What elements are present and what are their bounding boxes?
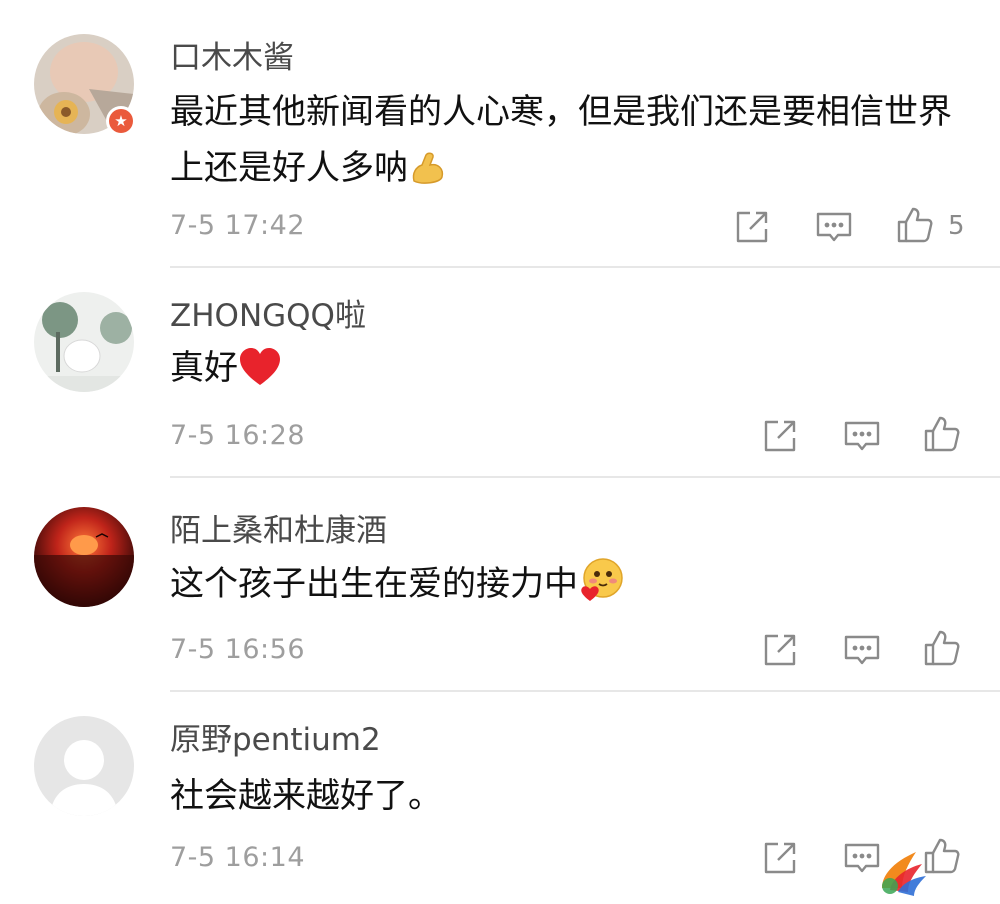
- watermark-logo-icon: [872, 842, 932, 898]
- timestamp: 7-5 16:14: [170, 842, 305, 873]
- comment-item: 原野pentium2 社会越来越好了。 7-5 16:14: [0, 0, 1000, 904]
- username[interactable]: 原野pentium2: [170, 720, 381, 760]
- avatar[interactable]: [34, 716, 134, 816]
- share-icon[interactable]: [760, 838, 800, 878]
- comment-text: 社会越来越好了。: [170, 776, 442, 816]
